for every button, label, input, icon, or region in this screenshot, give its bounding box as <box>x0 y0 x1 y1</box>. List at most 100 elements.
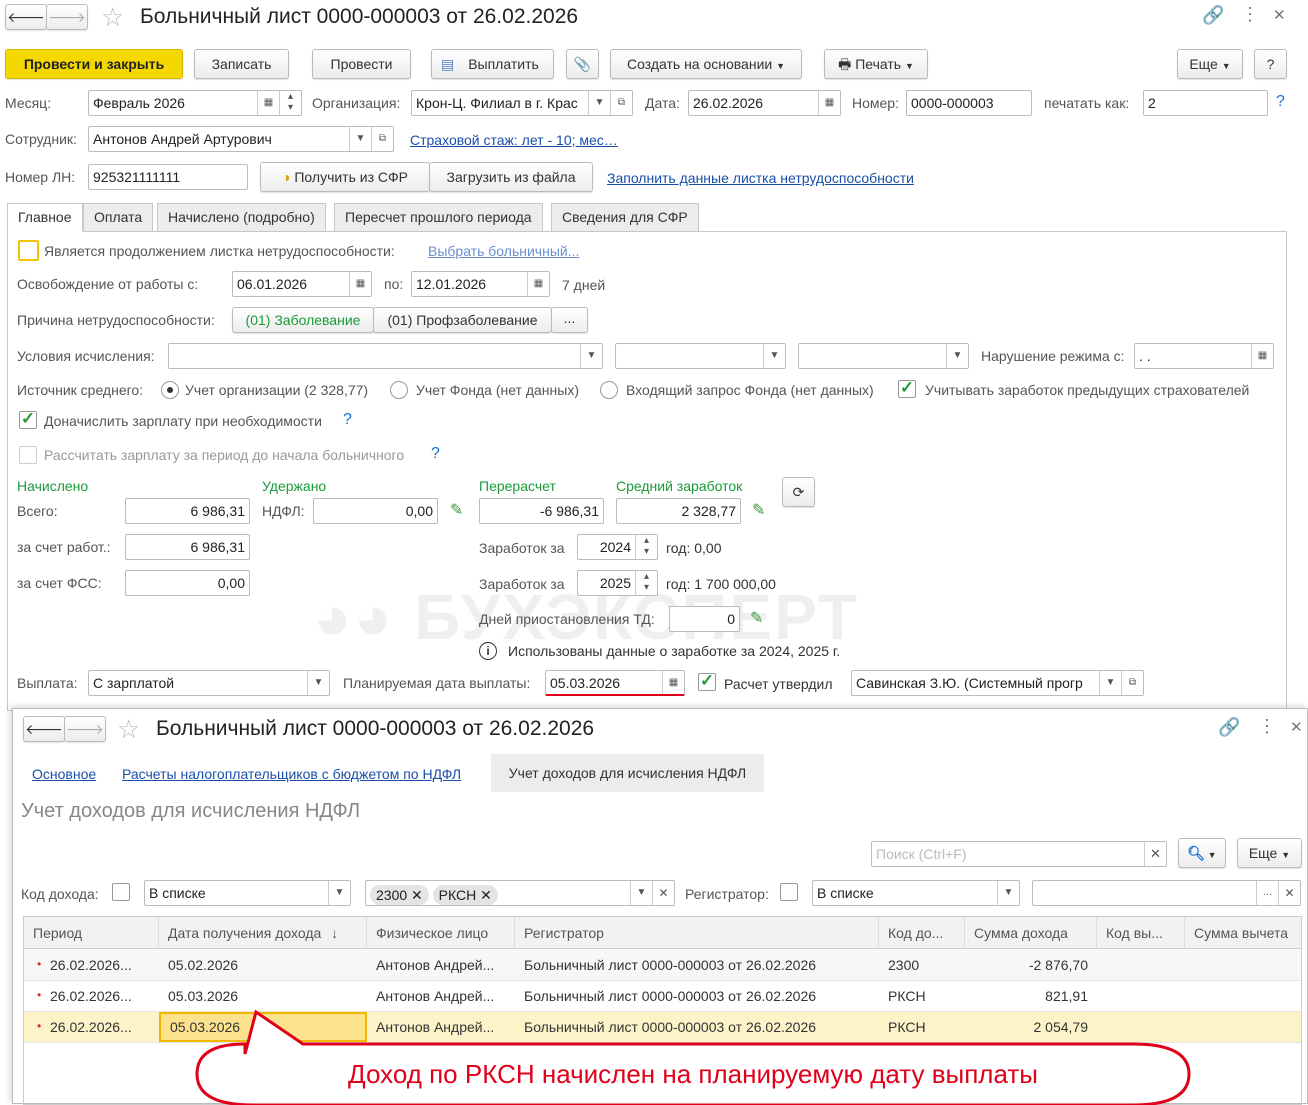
help-icon[interactable]: ? <box>431 445 440 463</box>
approved-by-select[interactable]: Савинская З.Ю. (Системный прогр ▼ ⧉ <box>851 670 1144 696</box>
prev-employers-checkbox[interactable]: ✓ <box>898 379 916 398</box>
month-label: Месяц: <box>5 95 52 111</box>
calendar-icon[interactable]: ▦ <box>818 91 840 115</box>
choose-sick-leave-link[interactable]: Выбрать больничный... <box>428 243 579 259</box>
tab-recalc[interactable]: Пересчет прошлого периода <box>334 203 543 232</box>
employer-field[interactable]: 6 986,31 <box>125 534 250 560</box>
attach-button[interactable]: 📎 <box>566 49 599 79</box>
source-request-radio[interactable] <box>600 381 618 399</box>
employee-label: Сотрудник: <box>5 131 77 147</box>
star-icon[interactable]: ☆ <box>101 2 124 33</box>
tab-accrued-detail[interactable]: Начислено (подробно) <box>157 203 326 232</box>
tab-main[interactable]: Главное <box>7 203 83 232</box>
help-icon[interactable]: ? <box>1276 93 1285 111</box>
reason-label: Причина нетрудоспособности: <box>17 312 215 328</box>
back-button[interactable]: 🡐 <box>5 4 47 30</box>
chevron-down-icon[interactable]: ▼ <box>763 344 785 368</box>
release-to-value: 12.01.2026 <box>416 276 487 292</box>
post-and-close-button[interactable]: Провести и закрыть <box>5 49 183 79</box>
chevron-down-icon[interactable]: ▼ <box>946 344 968 368</box>
spin-buttons[interactable]: ▴ ▾ <box>635 571 657 595</box>
year2-field[interactable]: 2025 ▴ ▾ <box>577 570 658 596</box>
date-label: Дата: <box>645 95 680 111</box>
reason-more-button[interactable]: ... <box>551 307 588 333</box>
release-from-field[interactable]: 06.01.2026 ▦ <box>232 271 372 297</box>
source-fund-label: Учет Фонда (нет данных) <box>416 382 579 398</box>
close-icon[interactable]: ✕ <box>1273 6 1286 24</box>
release-to-field[interactable]: 12.01.2026 ▦ <box>411 271 550 297</box>
pencil-icon[interactable]: ✎ <box>450 500 463 520</box>
avg-field[interactable]: 2 328,77 <box>616 498 741 524</box>
calendar-icon[interactable]: ▦ <box>349 272 371 296</box>
calendar-icon[interactable]: ▦ <box>527 272 549 296</box>
open-icon[interactable]: ⧉ <box>610 91 632 115</box>
chevron-down-icon[interactable]: ▼ <box>580 344 602 368</box>
source-fund-radio[interactable] <box>390 381 408 399</box>
total-field[interactable]: 6 986,31 <box>125 498 250 524</box>
more-button[interactable]: Еще ▼ <box>1177 49 1243 79</box>
reason-disease-button[interactable]: (01) Заболевание <box>232 307 374 333</box>
save-button[interactable]: Записать <box>194 49 289 79</box>
open-icon[interactable]: ⧉ <box>371 127 393 151</box>
pencil-icon[interactable]: ✎ <box>750 608 763 628</box>
post-button[interactable]: Провести <box>312 49 411 79</box>
payout-value: С зарплатой <box>93 675 175 691</box>
conditions-select-1[interactable]: ▼ <box>168 343 603 369</box>
chevron-down-icon[interactable]: ▼ <box>349 127 371 151</box>
payout-select[interactable]: С зарплатой ▼ <box>88 670 330 696</box>
recalc-field[interactable]: -6 986,31 <box>479 498 604 524</box>
forward-button[interactable]: 🡒 <box>46 4 88 30</box>
calendar-icon[interactable]: ▦ <box>1251 344 1273 368</box>
chevron-down-icon[interactable]: ▼ <box>588 91 610 115</box>
suspend-field[interactable]: 0 <box>669 606 740 632</box>
fss-field[interactable]: 0,00 <box>125 570 250 596</box>
print-button[interactable]: 🖶 Печать ▼ <box>824 49 928 79</box>
conditions-select-2[interactable]: ▼ <box>615 343 786 369</box>
refresh-button[interactable]: ⟳ <box>782 477 815 507</box>
conditions-select-3[interactable]: ▼ <box>798 343 969 369</box>
load-from-file-button[interactable]: Загрузить из файла <box>429 162 593 192</box>
number-field[interactable]: 0000-000003 <box>906 90 1032 116</box>
org-field[interactable]: Крон-Ц. Филиал в г. Крас ▼ ⧉ <box>411 90 633 116</box>
pay-button[interactable]: ▤ Выплатить <box>431 49 554 79</box>
calendar-icon[interactable]: ▦ <box>662 671 684 694</box>
source-org-radio[interactable] <box>161 381 179 399</box>
calendar-icon[interactable]: ▦ <box>257 91 279 115</box>
date-field[interactable]: 26.02.2026 ▦ <box>688 90 841 116</box>
plan-date-field[interactable]: 05.03.2026 ▦ <box>545 670 685 696</box>
ndfl-field[interactable]: 0,00 <box>313 498 438 524</box>
printer-icon: 🖶 <box>838 56 852 72</box>
help-button[interactable]: ? <box>1254 49 1287 79</box>
payout-label: Выплата: <box>17 675 78 691</box>
tab-payment[interactable]: Оплата <box>83 203 154 232</box>
more-dots-icon[interactable]: ⋮ <box>1241 4 1259 25</box>
approved-checkbox[interactable]: ✓ <box>698 672 716 691</box>
spin-buttons[interactable]: ▴ ▾ <box>635 535 657 559</box>
violation-date-field[interactable]: . . ▦ <box>1134 343 1274 369</box>
refresh-icon: ⟳ <box>792 484 805 500</box>
reason-occupational-button[interactable]: (01) Профзаболевание <box>373 307 552 333</box>
continuation-checkbox[interactable] <box>18 240 39 261</box>
month-field[interactable]: Февраль 2026 ▦ ▴ ▾ <box>88 90 302 116</box>
tab-sfr-info[interactable]: Сведения для СФР <box>551 203 699 232</box>
get-from-sfr-button[interactable]: ◑ Получить из СФР <box>260 162 430 192</box>
extra-pay-checkbox[interactable]: ✓ <box>19 410 37 429</box>
chevron-down-icon: ▼ <box>776 61 786 71</box>
withheld-heading: Удержано <box>262 478 327 494</box>
create-based-button[interactable]: Создать на основании ▼ <box>610 49 802 79</box>
chevron-down-icon[interactable]: ▼ <box>1099 671 1121 695</box>
insurance-experience-link[interactable]: Страховой стаж: лет - 10; мес… <box>410 132 618 148</box>
calc-before-checkbox[interactable] <box>19 446 37 464</box>
employee-field[interactable]: Антонов Андрей Артурович ▼ ⧉ <box>88 126 394 152</box>
print-as-field[interactable]: 2 <box>1143 90 1268 116</box>
pencil-icon[interactable]: ✎ <box>752 500 765 520</box>
spin-buttons[interactable]: ▴ ▾ <box>279 91 301 115</box>
year1-field[interactable]: 2024 ▴ ▾ <box>577 534 658 560</box>
fill-data-link[interactable]: Заполнить данные листка нетрудоспособнос… <box>607 170 914 186</box>
link-icon[interactable]: 🔗 <box>1202 5 1224 26</box>
chevron-down-icon[interactable]: ▼ <box>307 671 329 695</box>
help-icon[interactable]: ? <box>343 411 352 429</box>
open-icon[interactable]: ⧉ <box>1121 671 1143 695</box>
ln-field[interactable]: 925321111111 <box>88 164 248 190</box>
approved-by-value: Савинская З.Ю. (Системный прогр <box>856 675 1083 691</box>
